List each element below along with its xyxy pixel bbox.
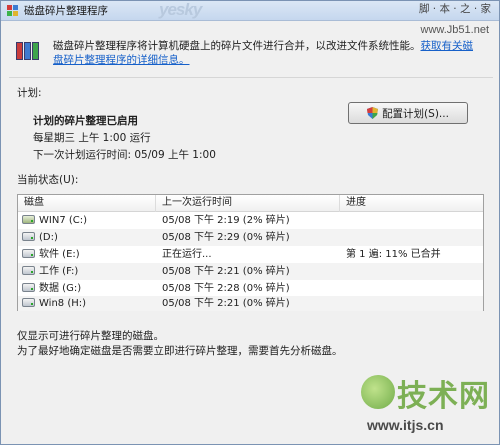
drive-icon (22, 232, 35, 241)
uac-shield-icon (367, 107, 379, 119)
divider (9, 77, 493, 78)
watermark-itjs-url: www.itjs.cn (367, 417, 444, 433)
disk-row-h[interactable]: Win8 (H:) 05/08 下午 2:21 (0% 碎片) (18, 296, 483, 311)
window-title: 磁盘碎片整理程序 (24, 5, 108, 17)
footer-note-2: 为了最好地确定磁盘是否需要立即进行碎片整理，需要首先分析磁盘。 (17, 345, 343, 357)
disk-progress (340, 229, 483, 246)
column-disk[interactable]: 磁盘 (18, 195, 156, 212)
disk-name: 数据 (G:) (39, 283, 82, 294)
disk-progress (340, 296, 483, 311)
footer-note-1: 仅显示可进行碎片整理的磁盘。 (17, 330, 164, 342)
schedule-frequency: 每星期三 上午 1:00 运行 (33, 132, 151, 144)
drive-icon (22, 266, 35, 275)
disk-last-run: 05/08 下午 2:21 (0% 碎片) (162, 266, 290, 277)
disk-row-d[interactable]: (D:) 05/08 下午 2:29 (0% 碎片) (18, 229, 483, 246)
disk-row-c[interactable]: WIN7 (C:) 05/08 下午 2:19 (2% 碎片) (18, 212, 483, 229)
disk-name: 软件 (E:) (39, 249, 80, 260)
status-section-label: 当前状态(U): (17, 174, 79, 186)
disk-list-header: 磁盘 上一次运行时间 进度 (18, 195, 483, 212)
disk-name: 工作 (F:) (39, 266, 79, 277)
disk-row-f[interactable]: 工作 (F:) 05/08 下午 2:21 (0% 碎片) (18, 263, 483, 280)
schedule-next-run: 下一次计划运行时间: 05/09 上午 1:00 (33, 149, 216, 161)
defrag-app-icon (7, 4, 19, 17)
drive-icon (22, 283, 35, 292)
configure-schedule-label: 配置计划(S)... (382, 107, 449, 120)
column-progress[interactable]: 进度 (340, 195, 483, 212)
watermark-url: www.Jb51.net (420, 24, 489, 36)
watermark-site-name: 脚 · 本 · 之 · 家 (418, 3, 491, 15)
configure-schedule-button[interactable]: 配置计划(S)... (348, 102, 468, 124)
title-bar[interactable]: 磁盘碎片整理程序 yesky 脚 · 本 · 之 · 家 (1, 0, 499, 21)
defrag-large-icon (15, 39, 41, 63)
disk-name: WIN7 (C:) (39, 215, 88, 226)
disk-last-run: 05/08 下午 2:19 (2% 碎片) (162, 215, 290, 226)
disk-list[interactable]: 磁盘 上一次运行时间 进度 WIN7 (C:) 05/08 下午 2:19 (2… (17, 194, 484, 311)
disk-name: Win8 (H:) (39, 298, 87, 309)
description-body: 磁盘碎片整理程序将计算机硬盘上的碎片文件进行合并，以改进文件系统性能。 (53, 40, 421, 52)
disk-last-run: 05/08 下午 2:29 (0% 碎片) (162, 232, 290, 243)
column-last-run[interactable]: 上一次运行时间 (156, 195, 340, 212)
description-text: 磁盘碎片整理程序将计算机硬盘上的碎片文件进行合并，以改进文件系统性能。获取有关磁… (53, 39, 483, 67)
watermark-itjs-title: 技术网 (397, 379, 490, 414)
watermark-yesky: yesky (159, 0, 202, 19)
schedule-status-title: 计划的碎片整理已启用 (33, 115, 138, 127)
drive-icon (22, 249, 35, 258)
disk-last-run: 正在运行... (162, 249, 212, 260)
drive-icon (22, 298, 35, 307)
defrag-window: 磁盘碎片整理程序 yesky 脚 · 本 · 之 · 家 www.Jb51.ne… (0, 0, 500, 445)
disk-row-g[interactable]: 数据 (G:) 05/08 下午 2:28 (0% 碎片) (18, 280, 483, 297)
schedule-section-label: 计划: (17, 87, 42, 99)
disk-progress (340, 212, 483, 229)
watermark-itjs: 技术网 www.itjs.cn (361, 371, 493, 439)
disk-name: (D:) (39, 232, 58, 243)
disk-last-run: 05/08 下午 2:28 (0% 碎片) (162, 283, 290, 294)
disk-progress (340, 280, 483, 297)
disk-row-e[interactable]: 软件 (E:) 正在运行... 第 1 遍: 11% 已合并 (18, 246, 483, 263)
description: 磁盘碎片整理程序将计算机硬盘上的碎片文件进行合并，以改进文件系统性能。获取有关磁… (15, 39, 485, 67)
disk-progress (340, 263, 483, 280)
disk-progress: 第 1 遍: 11% 已合并 (346, 249, 441, 260)
disk-last-run: 05/08 下午 2:21 (0% 碎片) (162, 298, 290, 309)
system-drive-icon (22, 215, 35, 224)
watermark-logo-icon (361, 375, 395, 409)
